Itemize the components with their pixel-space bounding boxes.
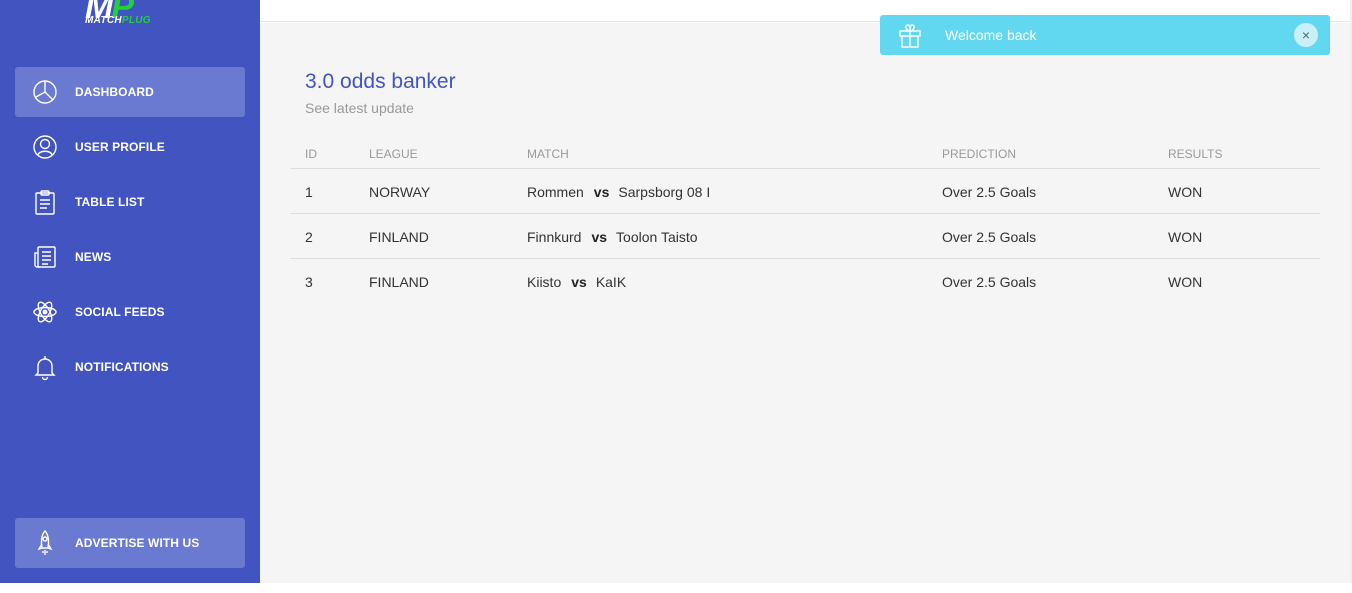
pie-chart-icon xyxy=(31,78,59,106)
header-results: RESULTS xyxy=(1168,147,1223,161)
sidebar-item-label: TABLE LIST xyxy=(75,195,145,209)
vs-label: vs xyxy=(571,274,587,290)
cell-match: Kiisto vs KaIK xyxy=(527,274,626,290)
away-team: Sarpsborg 08 I xyxy=(618,184,711,200)
home-team: Rommen xyxy=(527,184,584,200)
sidebar-item-label: NOTIFICATIONS xyxy=(75,360,169,374)
sidebar-item-label: SOCIAL FEEDS xyxy=(75,305,165,319)
cell-league: FINLAND xyxy=(369,274,429,290)
card-title: 3.0 odds banker xyxy=(305,70,456,93)
welcome-toast: Welcome back × xyxy=(880,15,1330,55)
advertise-button[interactable]: ADVERTISE WITH US xyxy=(15,518,245,568)
header-id: ID xyxy=(305,147,317,161)
cell-prediction: Over 2.5 Goals xyxy=(942,184,1037,200)
vs-label: vs xyxy=(593,184,610,200)
home-team: Finnkurd xyxy=(527,229,582,245)
sidebar-item-news[interactable]: NEWS xyxy=(15,232,245,282)
sidebar-item-social-feeds[interactable]: SOCIAL FEEDS xyxy=(15,287,245,337)
cell-prediction: Over 2.5 Goals xyxy=(942,274,1037,290)
away-team: KaIK xyxy=(595,274,627,290)
sidebar-item-user-profile[interactable]: USER PROFILE xyxy=(15,122,245,172)
advertise-label: ADVERTISE WITH US xyxy=(75,536,200,550)
sidebar-item-label: USER PROFILE xyxy=(75,140,165,154)
sidebar-item-label: NEWS xyxy=(75,250,112,264)
sidebar-item-dashboard[interactable]: DASHBOARD xyxy=(15,67,245,117)
header-match: MATCH xyxy=(527,147,569,161)
cell-match: Rommen vs Sarpsborg 08 I xyxy=(527,184,710,200)
sidebar: MP MATCHPLUG DASHBOARD USER PROFILE TABL… xyxy=(0,0,260,583)
atom-icon xyxy=(31,298,59,326)
clipboard-list-icon xyxy=(31,188,59,216)
header-league: LEAGUE xyxy=(369,147,418,161)
table-row: 2 FINLAND Finnkurd vs Toolon Taisto Over 2… xyxy=(290,214,1320,259)
header-prediction: PREDICTION xyxy=(942,147,1017,161)
sidebar-item-table-list[interactable]: TABLE LIST xyxy=(15,177,245,227)
logo-wordmark: MATCHPLUG xyxy=(85,15,151,26)
away-team: Toolon Taisto xyxy=(616,229,698,245)
cell-result: WON xyxy=(1168,184,1203,200)
footer-strip xyxy=(0,583,1352,593)
vs-label: vs xyxy=(591,229,608,245)
cell-id: 3 xyxy=(305,274,313,290)
cell-prediction: Over 2.5 Goals xyxy=(942,229,1037,245)
table-row: 1 NORWAY Rommen vs Sarpsborg 08 I Over 2.5… xyxy=(290,169,1320,214)
cell-result: WON xyxy=(1168,274,1203,290)
cell-id: 2 xyxy=(305,229,313,245)
cell-result: WON xyxy=(1168,229,1203,245)
cell-match: Finnkurd vs Toolon Taisto xyxy=(527,229,698,245)
sidebar-item-label: DASHBOARD xyxy=(75,85,154,99)
logo-word-main: MATCH xyxy=(85,15,122,26)
home-team: Kiisto xyxy=(527,274,562,290)
newspaper-icon xyxy=(31,243,59,271)
card-subtitle: See latest update xyxy=(305,100,414,116)
brand-logo[interactable]: MP MATCHPLUG xyxy=(85,0,175,30)
close-icon[interactable]: × xyxy=(1294,23,1318,47)
table-row: 3 FINLAND Kiisto vs KaIK Over 2.5 Goals WO… xyxy=(290,259,1320,304)
cell-league: NORWAY xyxy=(369,184,431,200)
rocket-icon xyxy=(31,529,59,557)
user-circle-icon xyxy=(31,133,59,161)
cell-id: 1 xyxy=(305,184,313,200)
logo-word-accent: PLUG xyxy=(121,15,151,26)
bell-icon xyxy=(31,353,59,381)
toast-message: Welcome back xyxy=(945,27,1037,43)
gift-icon xyxy=(896,21,924,49)
cell-league: FINLAND xyxy=(369,229,429,245)
sidebar-item-notifications[interactable]: NOTIFICATIONS xyxy=(15,342,245,392)
predictions-table: ID LEAGUE MATCH PREDICTION RESULTS 1 NOR… xyxy=(290,138,1320,304)
table-header: ID LEAGUE MATCH PREDICTION RESULTS xyxy=(290,138,1320,169)
